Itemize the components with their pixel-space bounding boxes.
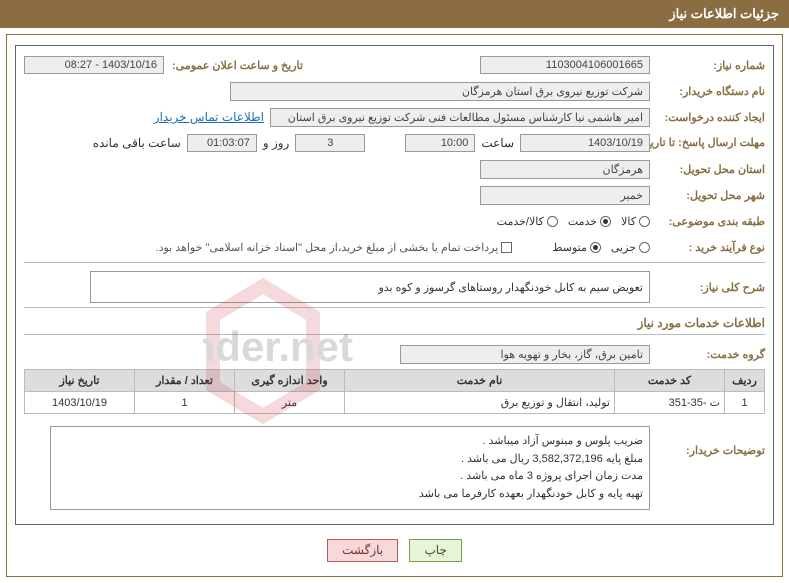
th-row: ردیف xyxy=(725,370,765,392)
need-summary-value: تعویض سیم به کابل خودنگهدار روستاهای گرس… xyxy=(90,271,650,303)
button-row: چاپ بازگشت xyxy=(15,539,774,562)
need-summary-label: شرح کلی نیاز: xyxy=(650,281,765,294)
need-no-value: 1103004106001665 xyxy=(480,56,650,74)
need-no-label: شماره نیاز: xyxy=(650,59,765,72)
page-title-bar: جزئیات اطلاعات نیاز xyxy=(0,0,789,28)
services-table: ردیف کد خدمت نام خدمت واحد اندازه گیری ت… xyxy=(24,369,765,414)
divider-2 xyxy=(24,307,765,308)
category-both-radio[interactable]: کالا/خدمت xyxy=(487,214,558,228)
purchase-type-label: نوع فرآیند خرید : xyxy=(650,241,765,254)
buyer-note-line: تهیه پایه و کابل خودنگهدار بعهده کارفرما… xyxy=(57,486,643,504)
th-unit: واحد اندازه گیری xyxy=(235,370,345,392)
province-label: استان محل تحویل: xyxy=(650,163,765,176)
divider-1 xyxy=(24,262,765,263)
page-title: جزئیات اطلاعات نیاز xyxy=(669,6,779,21)
divider-3 xyxy=(24,334,765,335)
category-label: طبقه بندی موضوعی: xyxy=(650,215,765,228)
requester-label: ایجاد کننده درخواست: xyxy=(650,111,765,124)
td-code: ت -35-351 xyxy=(615,392,725,414)
requester-value: امیر هاشمی نیا کارشناس مسئول مطالعات فنی… xyxy=(270,108,650,127)
print-button[interactable]: چاپ xyxy=(409,539,461,562)
reply-time-value: 10:00 xyxy=(405,134,475,152)
buyer-org-label: نام دستگاه خریدار: xyxy=(650,85,765,98)
buyer-note-line: مدت زمان اجرای پروژه 3 ماه می باشد . xyxy=(57,468,643,486)
buyer-note-line: ضریب پلوس و مینوس آزاد میباشد . xyxy=(57,433,643,451)
buyer-org-value: شرکت توزیع نیروی برق استان هرمزگان xyxy=(230,82,650,101)
reply-deadline-label: مهلت ارسال پاسخ: تا تاریخ: xyxy=(650,136,765,150)
table-row: 1 ت -35-351 تولید، انتقال و توزیع برق مت… xyxy=(25,392,765,414)
th-qty: تعداد / مقدار xyxy=(135,370,235,392)
reply-date-value: 1403/10/19 xyxy=(520,134,650,152)
remaining-word: ساعت باقی مانده xyxy=(93,136,181,150)
treasury-checkbox[interactable] xyxy=(498,240,512,254)
buyer-notes-label: توضیحات خریدار: xyxy=(650,420,765,457)
services-section-header: اطلاعات خدمات مورد نیاز xyxy=(24,316,765,330)
province-value: هرمزگان xyxy=(480,160,650,179)
announce-dt-label: تاریخ و ساعت اعلان عمومی: xyxy=(168,59,303,72)
buyer-notes-box: ضریب پلوس و مینوس آزاد میباشد . مبلغ پای… xyxy=(50,426,650,510)
city-value: خمیر xyxy=(480,186,650,205)
category-service-radio[interactable]: خدمت xyxy=(558,214,611,228)
td-unit: متر xyxy=(235,392,345,414)
city-label: شهر محل تحویل: xyxy=(650,189,765,202)
announce-dt-value: 1403/10/16 - 08:27 xyxy=(24,56,164,74)
time-left-value: 01:03:07 xyxy=(187,134,257,152)
th-code: کد خدمت xyxy=(615,370,725,392)
th-name: نام خدمت xyxy=(345,370,615,392)
days-and-word: روز و xyxy=(263,136,290,150)
td-row: 1 xyxy=(725,392,765,414)
service-group-value: تامین برق، گاز، بخار و تهویه هوا xyxy=(400,345,650,364)
back-button[interactable]: بازگشت xyxy=(327,539,398,562)
ptype-medium-radio[interactable]: متوسط xyxy=(542,240,601,254)
days-left-value: 3 xyxy=(295,134,365,152)
td-qty: 1 xyxy=(135,392,235,414)
hour-word: ساعت xyxy=(481,136,514,150)
service-group-label: گروه خدمت: xyxy=(650,348,765,361)
details-panel: AriaTender.net شماره نیاز: 1103004106001… xyxy=(15,45,774,525)
outer-frame: AriaTender.net شماره نیاز: 1103004106001… xyxy=(6,34,783,577)
buyer-contact-link[interactable]: اطلاعات تماس خریدار xyxy=(154,110,264,124)
ptype-minor-radio[interactable]: جزیی xyxy=(601,240,650,254)
treasury-note: پرداخت تمام یا بخشی از مبلغ خرید،از محل … xyxy=(156,241,499,254)
buyer-note-line: مبلغ پایه 3,582,372,196 ریال می باشد . xyxy=(57,451,643,469)
th-date: تاریخ نیاز xyxy=(25,370,135,392)
td-date: 1403/10/19 xyxy=(25,392,135,414)
td-name: تولید، انتقال و توزیع برق xyxy=(345,392,615,414)
category-goods-radio[interactable]: کالا xyxy=(611,214,650,228)
